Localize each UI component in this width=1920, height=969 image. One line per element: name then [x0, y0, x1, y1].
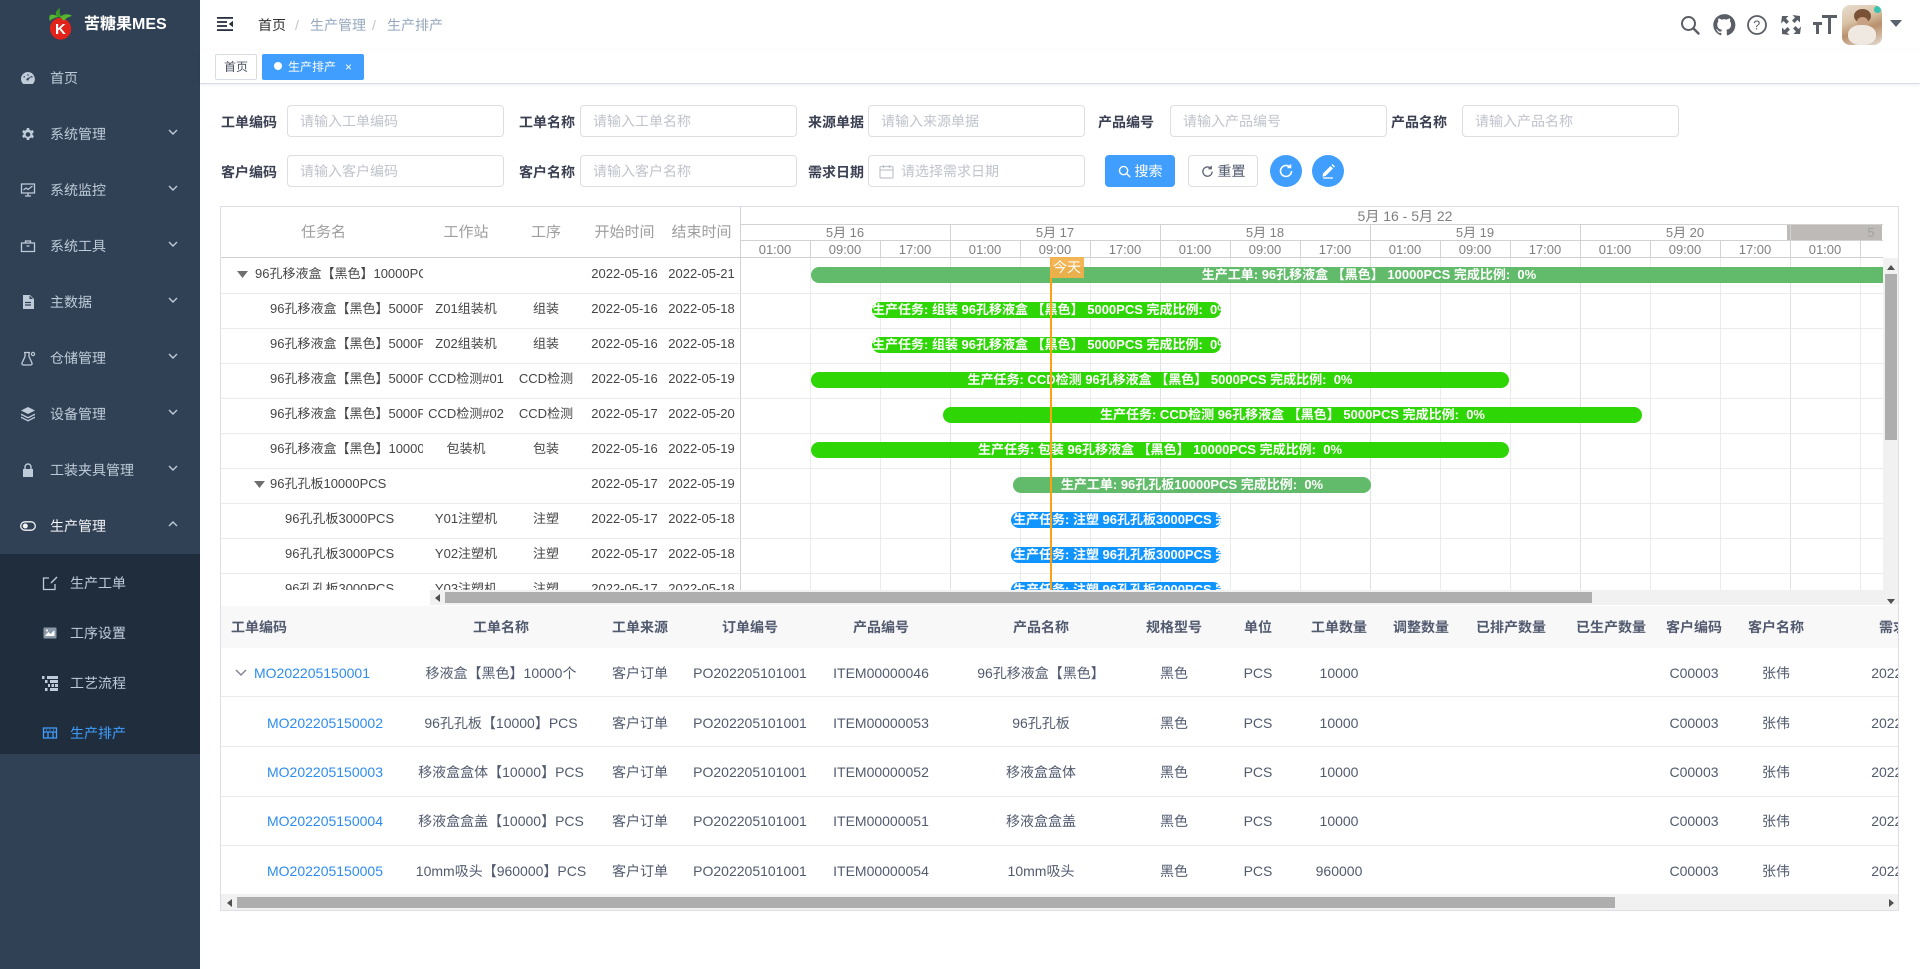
svg-text:?: ? — [1753, 18, 1760, 32]
svg-text:K: K — [55, 21, 66, 38]
